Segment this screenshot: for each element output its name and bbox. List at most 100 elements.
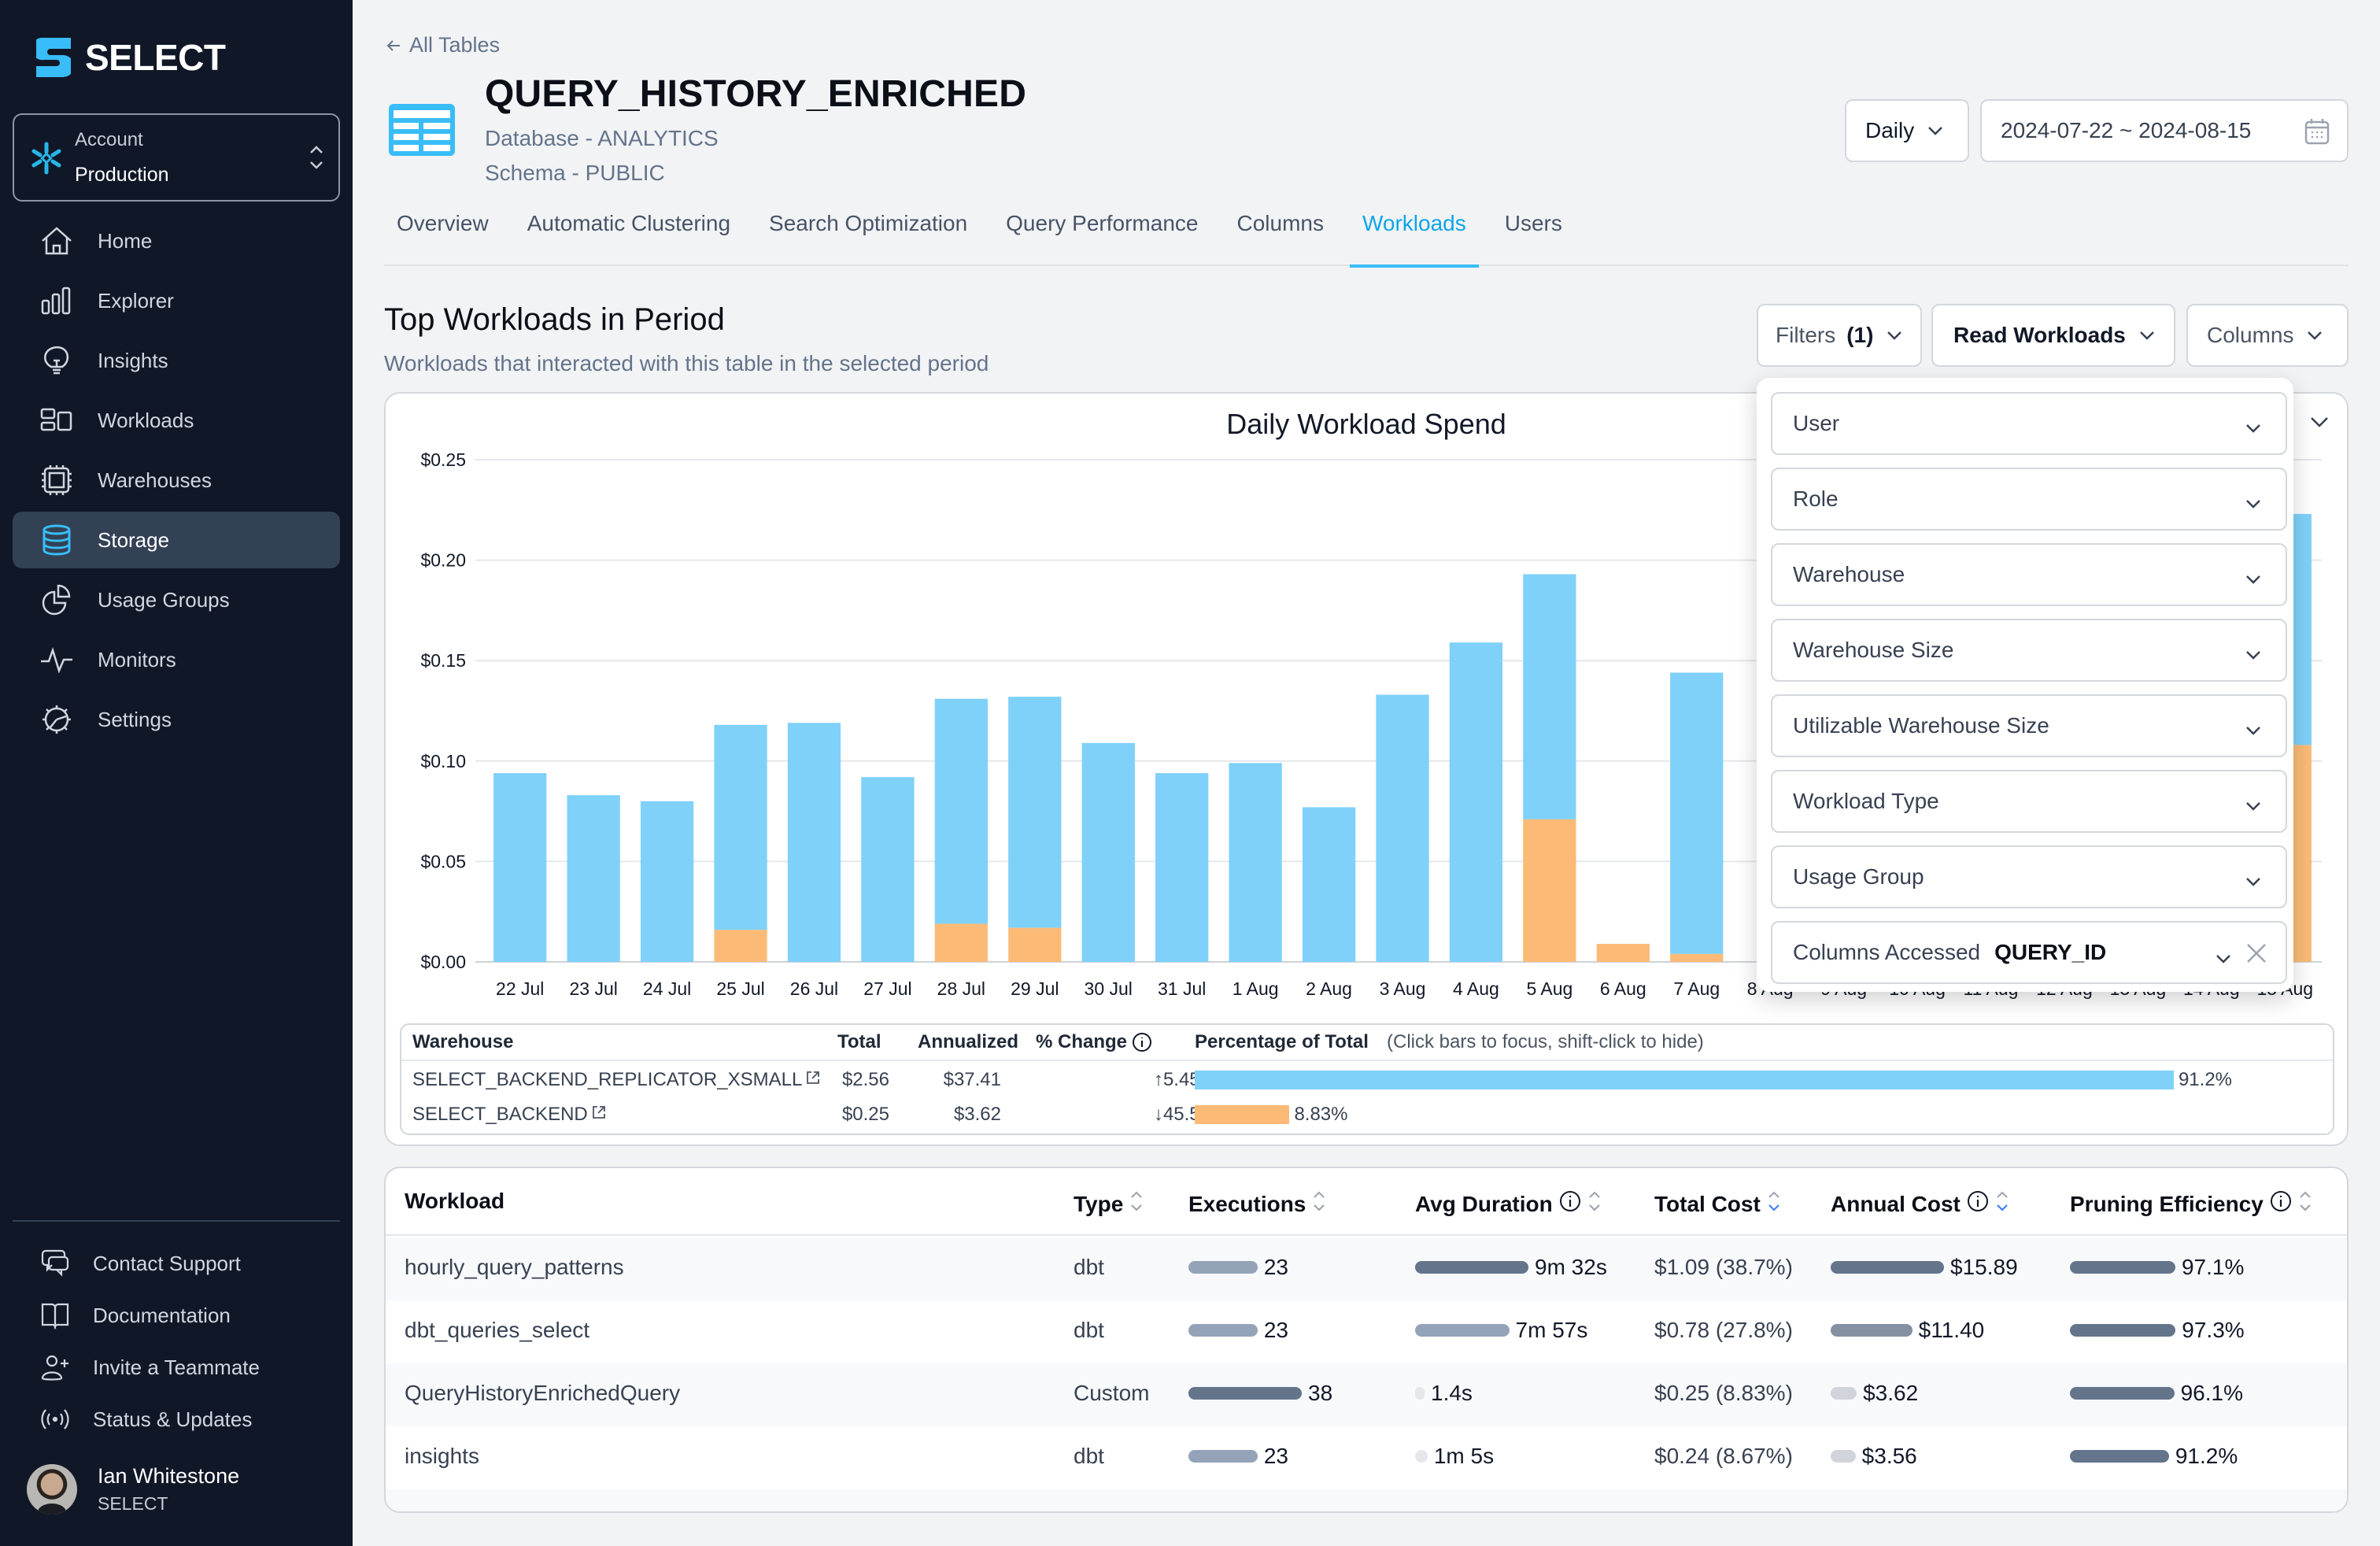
account-switcher[interactable]: Account Production [13,113,340,202]
sidebar-item-usage-groups[interactable]: Usage Groups [13,571,340,628]
external-link-icon[interactable] [805,1070,821,1086]
sidebar-item-storage[interactable]: Storage [13,512,340,568]
tab-users[interactable]: Users [1492,200,1575,266]
filter-workload-type-select[interactable]: Workload Type [1771,770,2287,833]
col-header-annual-cost[interactable]: Annual Cost [1831,1189,2009,1219]
bar-segment[interactable] [640,801,694,962]
tab-query-performance[interactable]: Query Performance [993,200,1210,266]
sidebar-item-monitors[interactable]: Monitors [13,631,340,688]
info-icon[interactable] [1559,1190,1581,1218]
bar-segment[interactable] [714,930,767,962]
table-row[interactable]: insights dbt 23 1m 5s $0.24 (8.67%) $3.56 91.2… [386,1426,2347,1489]
warehouse-legend-table: Warehouse Total Annualized % Change Perc… [400,1023,2334,1135]
info-icon[interactable] [1967,1190,1989,1218]
bar-segment[interactable] [1670,672,1724,954]
cell-value: 1m 5s [1433,1444,1495,1468]
tab-workloads[interactable]: Workloads [1349,200,1479,268]
sort-icon[interactable] [1129,1189,1144,1219]
filters-button[interactable]: Filters (1) [1757,304,1922,367]
sidebar-item-workloads[interactable]: Workloads [13,392,340,449]
table-row[interactable]: hourly_query_patterns dbt 23 9m 32s $1.09 (3… [386,1237,2347,1300]
x-tick-label: 7 Aug [1673,978,1720,999]
sidebar-item-documentation[interactable]: Documentation [13,1289,340,1341]
bar-segment[interactable] [1155,773,1209,962]
info-icon[interactable] [2270,1190,2292,1218]
sort-icon[interactable] [1312,1189,1326,1219]
info-icon[interactable] [1132,1032,1152,1052]
bar-segment[interactable] [1302,807,1356,962]
brand-logo[interactable]: SELECT [36,36,226,79]
sidebar-item-home[interactable]: Home [13,213,340,269]
filter-warehouse-size-select[interactable]: Warehouse Size [1771,619,2287,682]
bar-segment[interactable] [493,773,547,962]
bar-segment[interactable] [567,795,620,962]
cell-total-cost: $0.24 (8.67%) [1654,1444,1793,1468]
filter-usage-group-select[interactable]: Usage Group [1771,845,2287,908]
bar-segment[interactable] [934,698,988,924]
bar-segment[interactable] [1229,763,1282,962]
cell-workload[interactable]: dbt_queries_select [405,1318,589,1343]
bar-segment[interactable] [787,723,841,962]
bar-segment[interactable] [1008,697,1062,928]
tab-automatic-clustering[interactable]: Automatic Clustering [515,200,743,266]
back-link[interactable]: All Tables [384,33,500,57]
sidebar-item-settings[interactable]: Settings [13,691,340,748]
cell-workload[interactable]: insights [405,1444,479,1469]
filter-warehouse-select[interactable]: Warehouse [1771,543,2287,606]
tab-overview[interactable]: Overview [384,200,501,266]
chevron-up-down-icon [310,146,323,169]
legend-percentage-bar[interactable] [1195,1071,2174,1089]
sidebar-item-explorer[interactable]: Explorer [13,272,340,329]
columns-button[interactable]: Columns [2186,304,2349,367]
sidebar-item-insights[interactable]: Insights [13,332,340,389]
external-link-icon[interactable] [591,1104,607,1120]
table-row[interactable]: dbt_queries_select dbt 23 7m 57s $0.78 (27.8… [386,1300,2347,1363]
chevron-down-icon[interactable] [2215,945,2232,970]
sort-desc-icon[interactable] [1995,1189,2009,1219]
sidebar-item-warehouses[interactable]: Warehouses [13,452,340,509]
cell-workload[interactable]: QueryHistoryEnrichedQuery [405,1381,680,1406]
sort-desc-icon[interactable] [1767,1189,1781,1219]
cell-annual-cost: $3.62 [1831,1381,1918,1406]
col-header-type[interactable]: Type [1074,1189,1144,1219]
bar-segment[interactable] [1081,742,1135,962]
cell-value: 38 [1308,1381,1333,1405]
bar-segment[interactable] [1596,944,1650,962]
workload-mode-select[interactable]: Read Workloads [1931,304,2175,367]
bar-segment[interactable] [1008,927,1062,962]
granularity-select[interactable]: Daily [1845,99,1969,162]
sidebar-item-contact-support[interactable]: Contact Support [13,1237,340,1289]
legend-percentage-bar[interactable] [1195,1105,1290,1124]
col-header-executions[interactable]: Executions [1188,1189,1326,1219]
bar-segment[interactable] [1523,819,1576,962]
col-header-avg-duration[interactable]: Avg Duration [1415,1189,1602,1219]
tab-columns[interactable]: Columns [1224,200,1336,266]
sort-icon[interactable] [1587,1189,1602,1219]
bar-segment[interactable] [714,724,767,930]
filter-utilizable-warehouse-size-select[interactable]: Utilizable Warehouse Size [1771,694,2287,757]
tab-search-optimization[interactable]: Search Optimization [756,200,980,266]
filter-user-select[interactable]: User [1771,392,2287,455]
legend-warehouse-name[interactable]: SELECT_BACKEND [412,1104,607,1126]
sidebar-item-invite-teammate[interactable]: Invite a Teammate [13,1341,340,1393]
cell-workload[interactable]: hourly_query_patterns [405,1255,624,1280]
col-header-total-cost[interactable]: Total Cost [1654,1189,1781,1219]
date-range-picker[interactable]: 2024-07-22 ~ 2024-08-15 [1980,99,2349,162]
col-header-pruning-efficiency[interactable]: Pruning Efficiency [2070,1189,2312,1219]
clear-filter-icon[interactable] [2243,940,2270,972]
table-row[interactable]: QueryHistoryEnrichedQuery Custom 38 1.4s $0.… [386,1363,2347,1426]
filter-columns-accessed-select[interactable]: Columns Accessed QUERY_ID [1771,921,2287,984]
bar-segment[interactable] [861,777,915,962]
x-tick-label: 3 Aug [1380,978,1426,999]
bar-segment[interactable] [1376,694,1429,962]
bar-segment[interactable] [1523,574,1576,819]
bar-segment[interactable] [934,923,988,962]
chevron-down-icon [2245,490,2262,515]
filter-role-select[interactable]: Role [1771,468,2287,531]
sort-icon[interactable] [2298,1189,2312,1219]
bar-segment[interactable] [1670,953,1724,962]
legend-warehouse-name[interactable]: SELECT_BACKEND_REPLICATOR_XSMALL [412,1069,821,1091]
user-profile[interactable]: Ian Whitestone SELECT [27,1464,239,1515]
bar-segment[interactable] [1449,642,1503,962]
sidebar-item-status-updates[interactable]: Status & Updates [13,1393,340,1445]
